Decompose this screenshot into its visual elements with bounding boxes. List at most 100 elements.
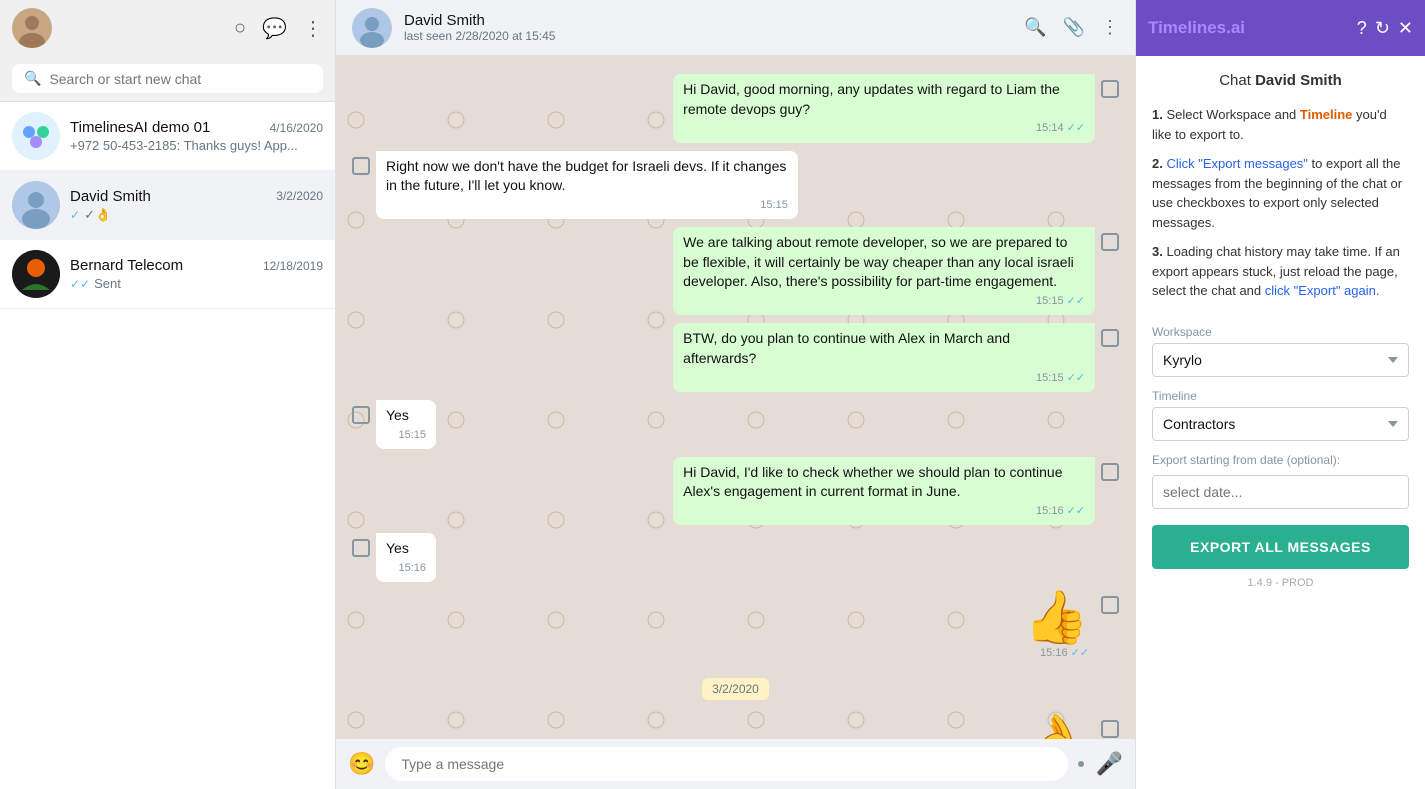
chat-header-name: David Smith — [404, 12, 1012, 29]
bubble-text-m6: Hi David, I'd like to check whether we s… — [683, 463, 1085, 502]
chat-info-david: David Smith 3/2/2020 ✓ ✓👌 — [70, 188, 323, 223]
more-chat-icon[interactable]: ⋮ — [1101, 17, 1119, 38]
message-row-m5: Yes 15:15 — [352, 400, 1119, 449]
message-row-m7: Yes 15:16 — [352, 533, 1119, 582]
panel-chat-name: David Smith — [1255, 72, 1342, 89]
step-highlight-1: Timeline — [1300, 107, 1353, 122]
bubble-text-m8: 👍 — [1024, 592, 1089, 644]
chat-icon[interactable]: 💬 — [262, 16, 287, 41]
bubble-text-m1: Hi David, good morning, any updates with… — [683, 80, 1085, 119]
bubble-meta-m4: 15:15 ✓✓ — [683, 371, 1085, 386]
msg-checkbox-m5[interactable] — [352, 406, 370, 424]
date-label: Export starting from date (optional): — [1152, 453, 1409, 467]
workspace-select[interactable]: Kyrylo — [1152, 343, 1409, 377]
msg-checkbox-m1[interactable] — [1101, 80, 1119, 98]
chat-header-info: David Smith last seen 2/28/2020 at 15:45 — [404, 12, 1012, 43]
chat-list: TimelinesAI demo 01 4/16/2020 +972 50-45… — [0, 102, 335, 789]
chat-info-bernard: Bernard Telecom 12/18/2019 ✓✓ Sent — [70, 257, 323, 291]
bubble-m7: Yes 15:16 — [376, 533, 436, 582]
chat-preview-david: ✓ ✓👌 — [70, 207, 323, 223]
chat-item-timelines[interactable]: TimelinesAI demo 01 4/16/2020 +972 50-45… — [0, 102, 335, 171]
panel-step-2: 2. Click "Export messages" to export all… — [1152, 154, 1409, 232]
bubble-m1: Hi David, good morning, any updates with… — [673, 74, 1095, 143]
bubble-m5: Yes 15:15 — [376, 400, 436, 449]
bubble-meta-m8: 15:16 ✓✓ — [1024, 646, 1089, 661]
chat-name-bernard: Bernard Telecom — [70, 257, 183, 274]
workspace-label: Workspace — [1152, 325, 1409, 339]
msg-checkbox-m3[interactable] — [1101, 233, 1119, 251]
message-row-m6: Hi David, I'd like to check whether we s… — [352, 457, 1119, 526]
timeline-select[interactable]: Contractors — [1152, 407, 1409, 441]
bubble-text-m4: BTW, do you plan to continue with Alex i… — [683, 329, 1085, 368]
attach-icon[interactable]: 📎 — [1063, 17, 1085, 38]
chat-avatar-timelines — [12, 112, 60, 160]
date-divider-text: 3/2/2020 — [702, 678, 769, 700]
bubble-time-m3: 15:15 — [1036, 294, 1064, 309]
msg-checkbox-m8[interactable] — [1101, 596, 1119, 614]
msg-checkbox-m7[interactable] — [352, 539, 370, 557]
bubble-meta-m3: 15:15 ✓✓ — [683, 294, 1085, 309]
check-icon-david: ✓ — [70, 208, 80, 222]
bubble-time-m4: 15:15 — [1036, 371, 1064, 386]
step-link-3[interactable]: click "Export" again. — [1265, 283, 1380, 298]
message-row-m4: BTW, do you plan to continue with Alex i… — [352, 323, 1119, 392]
bubble-check-m4: ✓✓ — [1067, 371, 1085, 386]
msg-checkbox-m4[interactable] — [1101, 329, 1119, 347]
chat-avatar-bernard — [12, 250, 60, 298]
message-input-area: 😊 🎤 — [336, 739, 1135, 789]
search-icon: 🔍 — [24, 70, 41, 87]
search-input[interactable] — [49, 71, 311, 87]
chat-header-icons: 🔍 📎 ⋮ — [1024, 17, 1119, 38]
bubble-time-m5: 15:15 — [398, 428, 426, 443]
bubble-meta-m6: 15:16 ✓✓ — [683, 504, 1085, 519]
refresh-icon[interactable]: ↻ — [1375, 18, 1390, 39]
step-link-2[interactable]: Click "Export messages" — [1166, 156, 1307, 171]
bubble-m6: Hi David, I'd like to check whether we s… — [673, 457, 1095, 526]
chat-header-status: last seen 2/28/2020 at 15:45 — [404, 29, 1012, 43]
bubble-m9: 👌 13:35 ✓ — [1018, 714, 1095, 739]
bubble-check-m8: ✓✓ — [1071, 646, 1089, 661]
message-input[interactable] — [385, 747, 1067, 781]
panel-chat-label: Chat — [1219, 72, 1251, 89]
panel-title: Timelines.ai — [1148, 18, 1349, 38]
panel-header: Timelines.ai ? ↻ ✕ — [1136, 0, 1425, 56]
chat-info-timelines: TimelinesAI demo 01 4/16/2020 +972 50-45… — [70, 119, 323, 153]
msg-checkbox-m2[interactable] — [352, 157, 370, 175]
timeline-label: Timeline — [1152, 389, 1409, 403]
search-input-wrap: 🔍 — [12, 64, 323, 93]
bubble-check-m3: ✓✓ — [1067, 294, 1085, 309]
search-bar: 🔍 — [0, 56, 335, 102]
chat-preview-timelines: +972 50-453-2185: Thanks guys! App... — [70, 138, 323, 153]
chat-name-timelines: TimelinesAI demo 01 — [70, 119, 210, 136]
message-row-m8: 👍 15:16 ✓✓ — [352, 590, 1119, 663]
status-icon[interactable]: ○ — [234, 17, 246, 40]
panel-body: Chat David Smith 1. Select Workspace and… — [1136, 56, 1425, 789]
bubble-text-m3: We are talking about remote developer, s… — [683, 233, 1085, 292]
microphone-icon[interactable]: 🎤 — [1096, 751, 1123, 777]
emoji-icon[interactable]: 😊 — [348, 751, 375, 777]
bubble-text-m2: Right now we don't have the budget for I… — [386, 157, 788, 196]
sidebar: ○ 💬 ⋮ 🔍 TimelinesAI demo 01 — [0, 0, 336, 789]
step-num-3: 3. — [1152, 244, 1163, 259]
date-input[interactable] — [1152, 475, 1409, 509]
bubble-time-m1: 15:14 — [1036, 121, 1064, 136]
export-button[interactable]: EXPORT ALL MESSAGES — [1152, 525, 1409, 569]
bubble-check-m6: ✓✓ — [1067, 504, 1085, 519]
help-icon[interactable]: ? — [1357, 18, 1367, 39]
search-chat-icon[interactable]: 🔍 — [1024, 17, 1046, 38]
date-divider: 3/2/2020 — [352, 678, 1119, 700]
chat-item-david[interactable]: David Smith 3/2/2020 ✓ ✓👌 — [0, 171, 335, 240]
msg-checkbox-m6[interactable] — [1101, 463, 1119, 481]
bubble-time-m8: 15:16 — [1040, 646, 1068, 661]
more-icon[interactable]: ⋮ — [303, 16, 323, 41]
msg-checkbox-m9[interactable] — [1101, 720, 1119, 738]
input-dot — [1078, 761, 1084, 767]
bubble-text-m7: Yes — [386, 539, 426, 559]
panel-chat-title: Chat David Smith — [1152, 72, 1409, 89]
close-icon[interactable]: ✕ — [1398, 18, 1413, 39]
chat-item-bernard[interactable]: Bernard Telecom 12/18/2019 ✓✓ Sent — [0, 240, 335, 309]
user-avatar[interactable] — [12, 8, 52, 48]
chat-name-david: David Smith — [70, 188, 151, 205]
chat-date-timelines: 4/16/2020 — [270, 121, 323, 135]
chat-header-avatar[interactable] — [352, 8, 392, 48]
